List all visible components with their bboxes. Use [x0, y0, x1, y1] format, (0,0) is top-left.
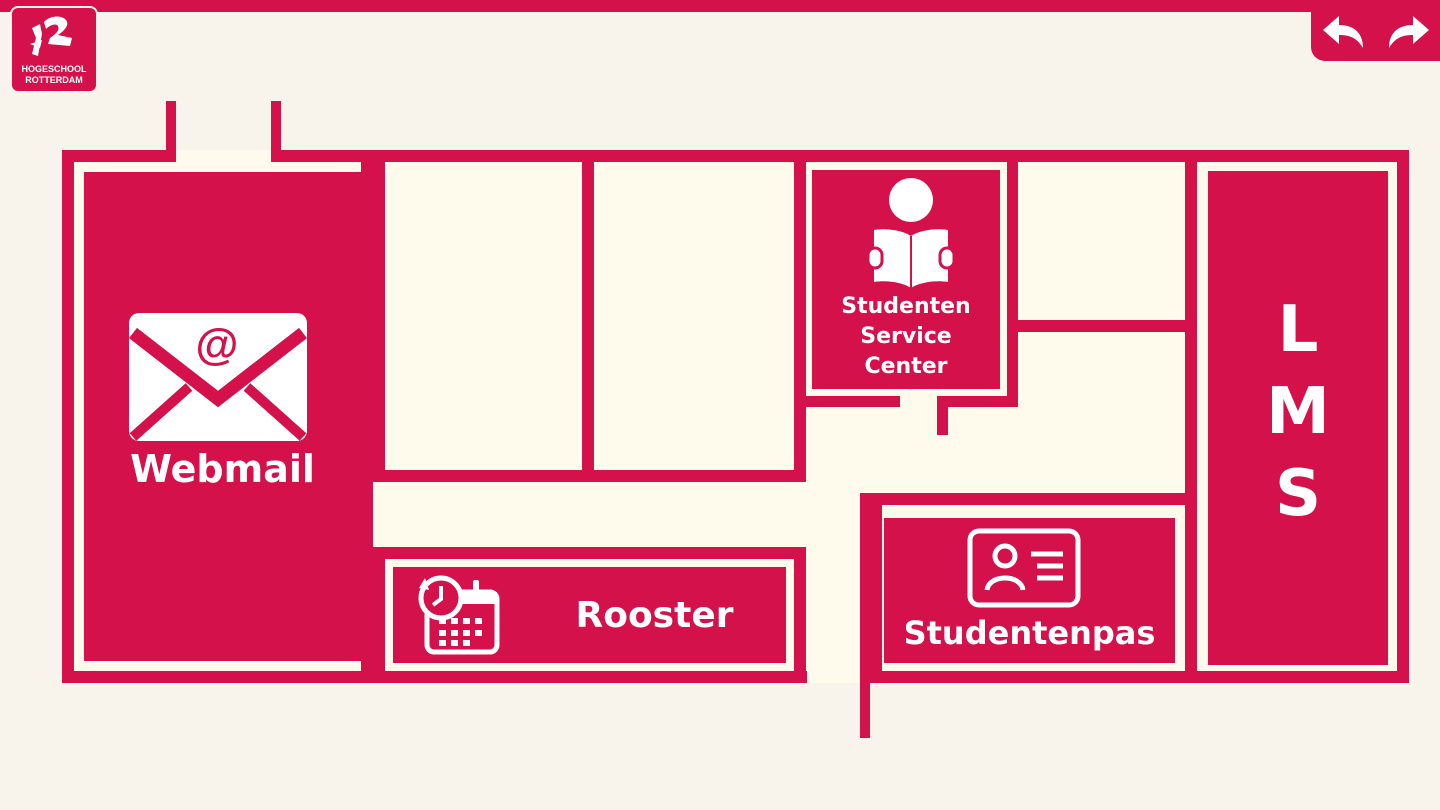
wall [281, 150, 1409, 162]
wall [860, 493, 870, 738]
wall [794, 162, 806, 482]
entrance-post [271, 101, 281, 162]
lms-letter-m: M [1266, 375, 1330, 449]
ssc-label-line-3: Center [864, 354, 948, 379]
calendar-clock-icon [418, 575, 500, 655]
door-post [937, 396, 948, 435]
wall [1185, 505, 1197, 671]
studentenpas-room-button[interactable]: Studentenpas [884, 518, 1175, 663]
top-bar [0, 0, 1440, 12]
svg-text:@: @ [196, 320, 239, 369]
wall [870, 505, 882, 671]
logo-line-1: HOGESCHOOL [21, 64, 87, 74]
envelope-at-icon: @ [129, 313, 307, 441]
lms-letter-s: S [1274, 457, 1322, 531]
wall [373, 470, 806, 482]
wall [373, 150, 385, 482]
wall [1397, 150, 1409, 683]
wall [806, 396, 900, 407]
wall [62, 150, 74, 683]
wall [860, 671, 1409, 683]
ssc-label-line-2: Service [860, 324, 952, 349]
hr-logo-icon [30, 16, 72, 56]
ssc-label-line-1: Studenten [841, 294, 971, 319]
back-button[interactable] [1319, 12, 1369, 52]
entrance-post [166, 101, 176, 162]
wall [1007, 162, 1018, 407]
navigation-bar [1311, 0, 1440, 61]
webmail-label: Webmail [130, 447, 315, 491]
lms-room-button[interactable]: L M S [1208, 171, 1388, 665]
wall [62, 671, 807, 683]
rooster-label: Rooster [575, 595, 734, 636]
studentenpas-label: Studentenpas [903, 614, 1156, 652]
wall [373, 547, 806, 559]
wall [1018, 320, 1188, 332]
wall [373, 547, 385, 671]
person-reading-icon [866, 178, 956, 288]
wall [794, 547, 806, 683]
lms-letter-l: L [1277, 293, 1319, 367]
logo-line-2: ROTTERDAM [25, 75, 83, 85]
wall [1185, 162, 1197, 505]
wall [361, 162, 373, 671]
studenten-service-center-room-button[interactable]: Studenten Service Center [812, 170, 1000, 389]
wall [582, 162, 594, 470]
webmail-room-button[interactable]: @ Webmail [84, 172, 361, 661]
forward-button[interactable] [1383, 12, 1433, 52]
id-card-icon [967, 528, 1081, 608]
wall [62, 150, 166, 162]
rooster-room-button[interactable]: Rooster [393, 567, 786, 663]
hogeschool-rotterdam-logo[interactable]: HOGESCHOOL ROTTERDAM [10, 6, 98, 93]
wall [860, 493, 1195, 505]
forward-arrow-icon [1389, 16, 1429, 48]
back-arrow-icon [1323, 16, 1363, 48]
